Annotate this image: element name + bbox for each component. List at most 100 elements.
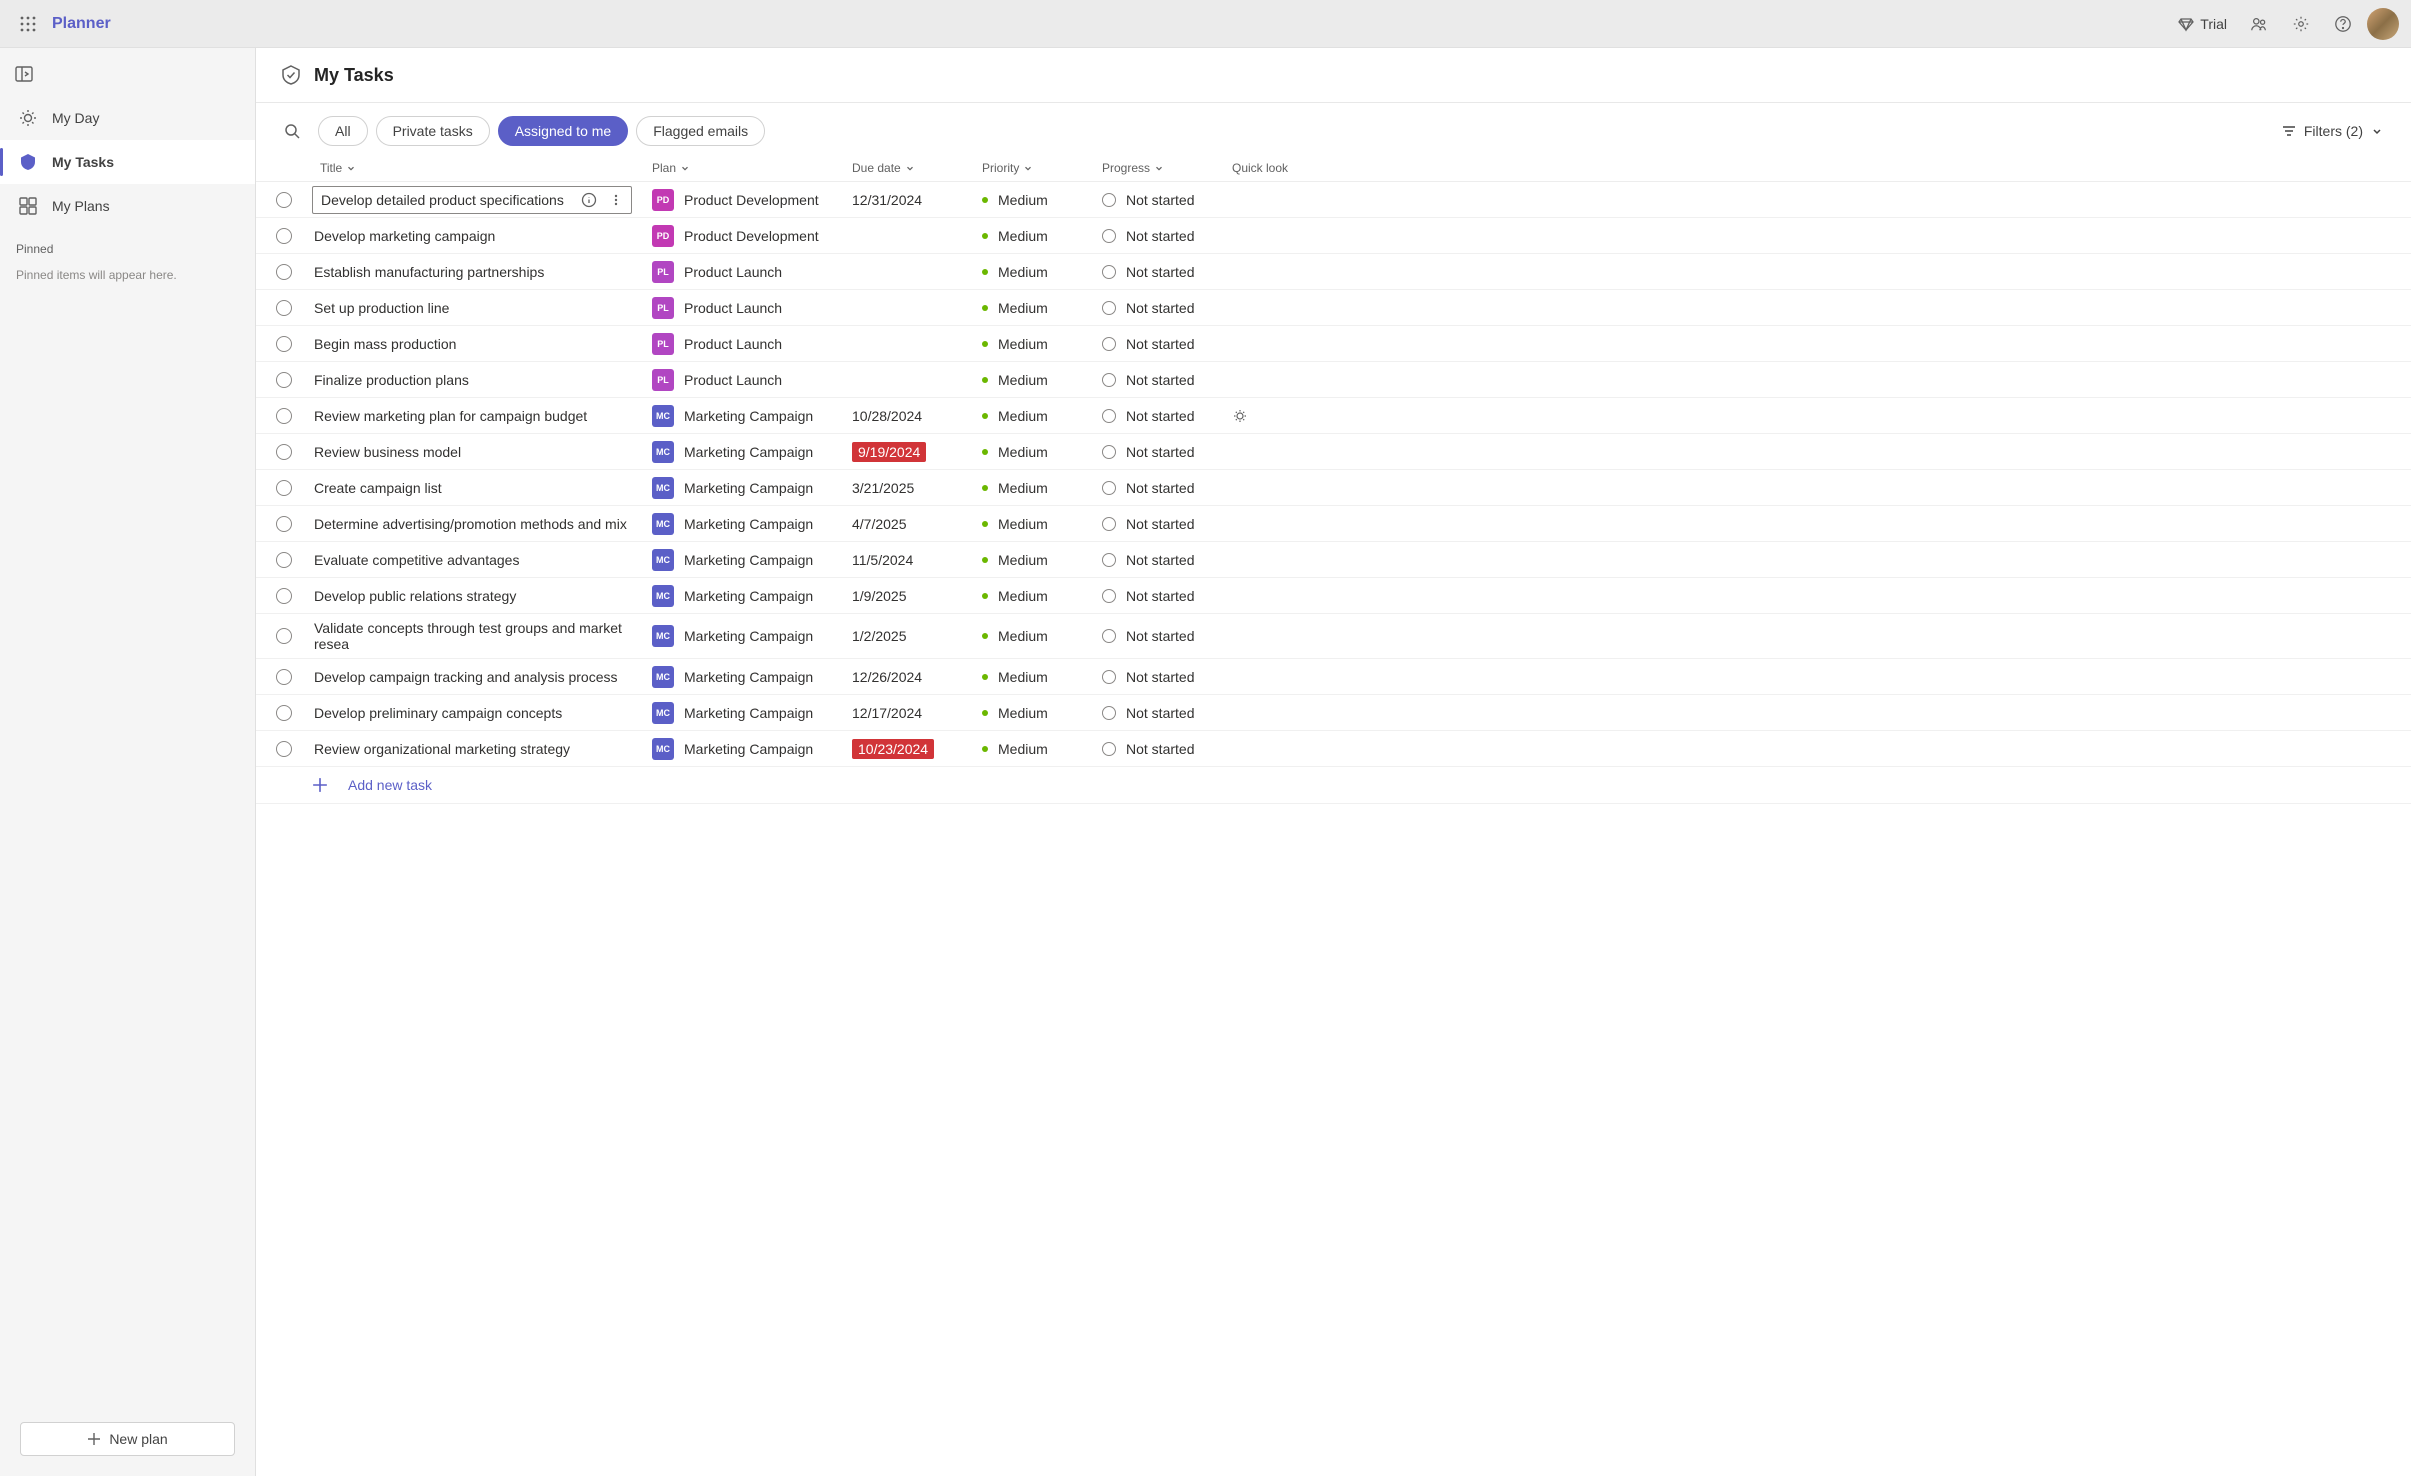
filter-pill-private-tasks[interactable]: Private tasks xyxy=(376,116,490,146)
app-title[interactable]: Planner xyxy=(52,15,111,33)
progress-cell[interactable]: Not started xyxy=(1102,264,1232,280)
complete-checkbox[interactable] xyxy=(276,300,292,316)
task-title[interactable]: Finalize production plans xyxy=(312,368,471,392)
app-launcher-button[interactable] xyxy=(12,8,44,40)
filter-pill-all[interactable]: All xyxy=(318,116,368,146)
progress-cell[interactable]: Not started xyxy=(1102,516,1232,532)
progress-cell[interactable]: Not started xyxy=(1102,705,1232,721)
progress-cell[interactable]: Not started xyxy=(1102,628,1232,644)
priority-cell[interactable]: Medium xyxy=(982,372,1102,388)
progress-cell[interactable]: Not started xyxy=(1102,444,1232,460)
table-row[interactable]: Finalize production plansPLProduct Launc… xyxy=(256,362,2411,398)
priority-cell[interactable]: Medium xyxy=(982,516,1102,532)
progress-cell[interactable]: Not started xyxy=(1102,372,1232,388)
priority-cell[interactable]: Medium xyxy=(982,741,1102,757)
plan-cell[interactable]: MCMarketing Campaign xyxy=(652,702,852,724)
progress-cell[interactable]: Not started xyxy=(1102,228,1232,244)
priority-cell[interactable]: Medium xyxy=(982,408,1102,424)
settings-button[interactable] xyxy=(2283,6,2319,42)
due-cell[interactable]: 12/31/2024 xyxy=(852,192,982,208)
table-row[interactable]: Establish manufacturing partnershipsPLPr… xyxy=(256,254,2411,290)
complete-checkbox[interactable] xyxy=(276,588,292,604)
due-cell[interactable]: 10/23/2024 xyxy=(852,739,982,759)
complete-checkbox[interactable] xyxy=(276,628,292,644)
table-row[interactable]: Develop campaign tracking and analysis p… xyxy=(256,659,2411,695)
priority-cell[interactable]: Medium xyxy=(982,228,1102,244)
complete-checkbox[interactable] xyxy=(276,480,292,496)
due-cell[interactable]: 10/28/2024 xyxy=(852,408,982,424)
progress-cell[interactable]: Not started xyxy=(1102,336,1232,352)
task-title[interactable]: Establish manufacturing partnerships xyxy=(312,260,546,284)
task-title[interactable]: Create campaign list xyxy=(312,476,444,500)
priority-cell[interactable]: Medium xyxy=(982,264,1102,280)
people-button[interactable] xyxy=(2241,6,2277,42)
table-row[interactable]: Set up production linePLProduct LaunchMe… xyxy=(256,290,2411,326)
table-row[interactable]: Begin mass production PLProduct Launch Med… xyxy=(256,326,2411,362)
info-icon[interactable] xyxy=(581,192,597,208)
due-cell[interactable]: 9/19/2024 xyxy=(852,442,982,462)
quick-look-icon[interactable] xyxy=(1232,408,1248,424)
more-icon[interactable] xyxy=(609,193,623,207)
task-title[interactable]: Evaluate competitive advantages xyxy=(312,548,521,572)
plan-cell[interactable]: MCMarketing Campaign xyxy=(652,625,852,647)
priority-cell[interactable]: Medium xyxy=(982,300,1102,316)
plan-cell[interactable]: MCMarketing Campaign xyxy=(652,441,852,463)
table-row[interactable]: Determine advertising/promotion methods … xyxy=(256,506,2411,542)
plan-cell[interactable]: MCMarketing Campaign xyxy=(652,666,852,688)
priority-cell[interactable]: Medium xyxy=(982,588,1102,604)
filters-button[interactable]: Filters (2) xyxy=(2274,117,2391,145)
progress-cell[interactable]: Not started xyxy=(1102,741,1232,757)
task-title[interactable]: Determine advertising/promotion methods … xyxy=(312,512,629,536)
progress-cell[interactable]: Not started xyxy=(1102,669,1232,685)
col-header-due[interactable]: Due date xyxy=(852,161,982,175)
plan-cell[interactable]: PDProduct Development xyxy=(652,189,852,211)
complete-checkbox[interactable] xyxy=(276,741,292,757)
complete-checkbox[interactable] xyxy=(276,264,292,280)
complete-checkbox[interactable] xyxy=(276,372,292,388)
priority-cell[interactable]: Medium xyxy=(982,444,1102,460)
complete-checkbox[interactable] xyxy=(276,336,292,352)
plan-cell[interactable]: MCMarketing Campaign xyxy=(652,549,852,571)
table-row[interactable]: Review marketing plan for campaign budge… xyxy=(256,398,2411,434)
task-title[interactable]: Develop campaign tracking and analysis p… xyxy=(312,665,620,689)
table-row[interactable]: Develop marketing campaignPDProduct Deve… xyxy=(256,218,2411,254)
priority-cell[interactable]: Medium xyxy=(982,480,1102,496)
plan-cell[interactable]: MCMarketing Campaign xyxy=(652,513,852,535)
col-header-title[interactable]: Title xyxy=(312,161,652,175)
task-title[interactable]: Review marketing plan for campaign budge… xyxy=(312,404,589,428)
task-title[interactable]: Begin mass production xyxy=(312,332,458,356)
priority-cell[interactable]: Medium xyxy=(982,192,1102,208)
complete-checkbox[interactable] xyxy=(276,516,292,532)
nav-my-day[interactable]: My Day xyxy=(0,96,255,140)
priority-cell[interactable]: Medium xyxy=(982,628,1102,644)
priority-cell[interactable]: Medium xyxy=(982,336,1102,352)
table-row[interactable]: Evaluate competitive advantages MCMarketi… xyxy=(256,542,2411,578)
plan-cell[interactable]: MCMarketing Campaign xyxy=(652,477,852,499)
table-row[interactable]: Validate concepts through test groups an… xyxy=(256,614,2411,659)
collapse-sidebar-icon[interactable] xyxy=(14,64,34,84)
plan-cell[interactable]: MCMarketing Campaign xyxy=(652,585,852,607)
table-row[interactable]: Create campaign list MCMarketing Campaign… xyxy=(256,470,2411,506)
complete-checkbox[interactable] xyxy=(276,408,292,424)
priority-cell[interactable]: Medium xyxy=(982,705,1102,721)
trial-badge[interactable]: Trial xyxy=(2170,12,2235,36)
priority-cell[interactable]: Medium xyxy=(982,552,1102,568)
col-header-progress[interactable]: Progress xyxy=(1102,161,1232,175)
table-row[interactable]: Develop preliminary campaign conceptsMCM… xyxy=(256,695,2411,731)
plan-cell[interactable]: PLProduct Launch xyxy=(652,333,852,355)
plan-cell[interactable]: PDProduct Development xyxy=(652,225,852,247)
task-title-input[interactable]: Develop detailed product specifications xyxy=(312,186,632,214)
complete-checkbox[interactable] xyxy=(276,444,292,460)
progress-cell[interactable]: Not started xyxy=(1102,552,1232,568)
add-new-task-button[interactable]: Add new task xyxy=(256,767,2411,804)
due-cell[interactable]: 12/26/2024 xyxy=(852,669,982,685)
task-title[interactable]: Develop public relations strategy xyxy=(312,584,518,608)
priority-cell[interactable]: Medium xyxy=(982,669,1102,685)
help-button[interactable] xyxy=(2325,6,2361,42)
table-row[interactable]: Develop public relations strategy MCMarke… xyxy=(256,578,2411,614)
progress-cell[interactable]: Not started xyxy=(1102,588,1232,604)
progress-cell[interactable]: Not started xyxy=(1102,300,1232,316)
complete-checkbox[interactable] xyxy=(276,705,292,721)
due-cell[interactable]: 4/7/2025 xyxy=(852,516,982,532)
table-row[interactable]: Review organizational marketing strategy… xyxy=(256,731,2411,767)
